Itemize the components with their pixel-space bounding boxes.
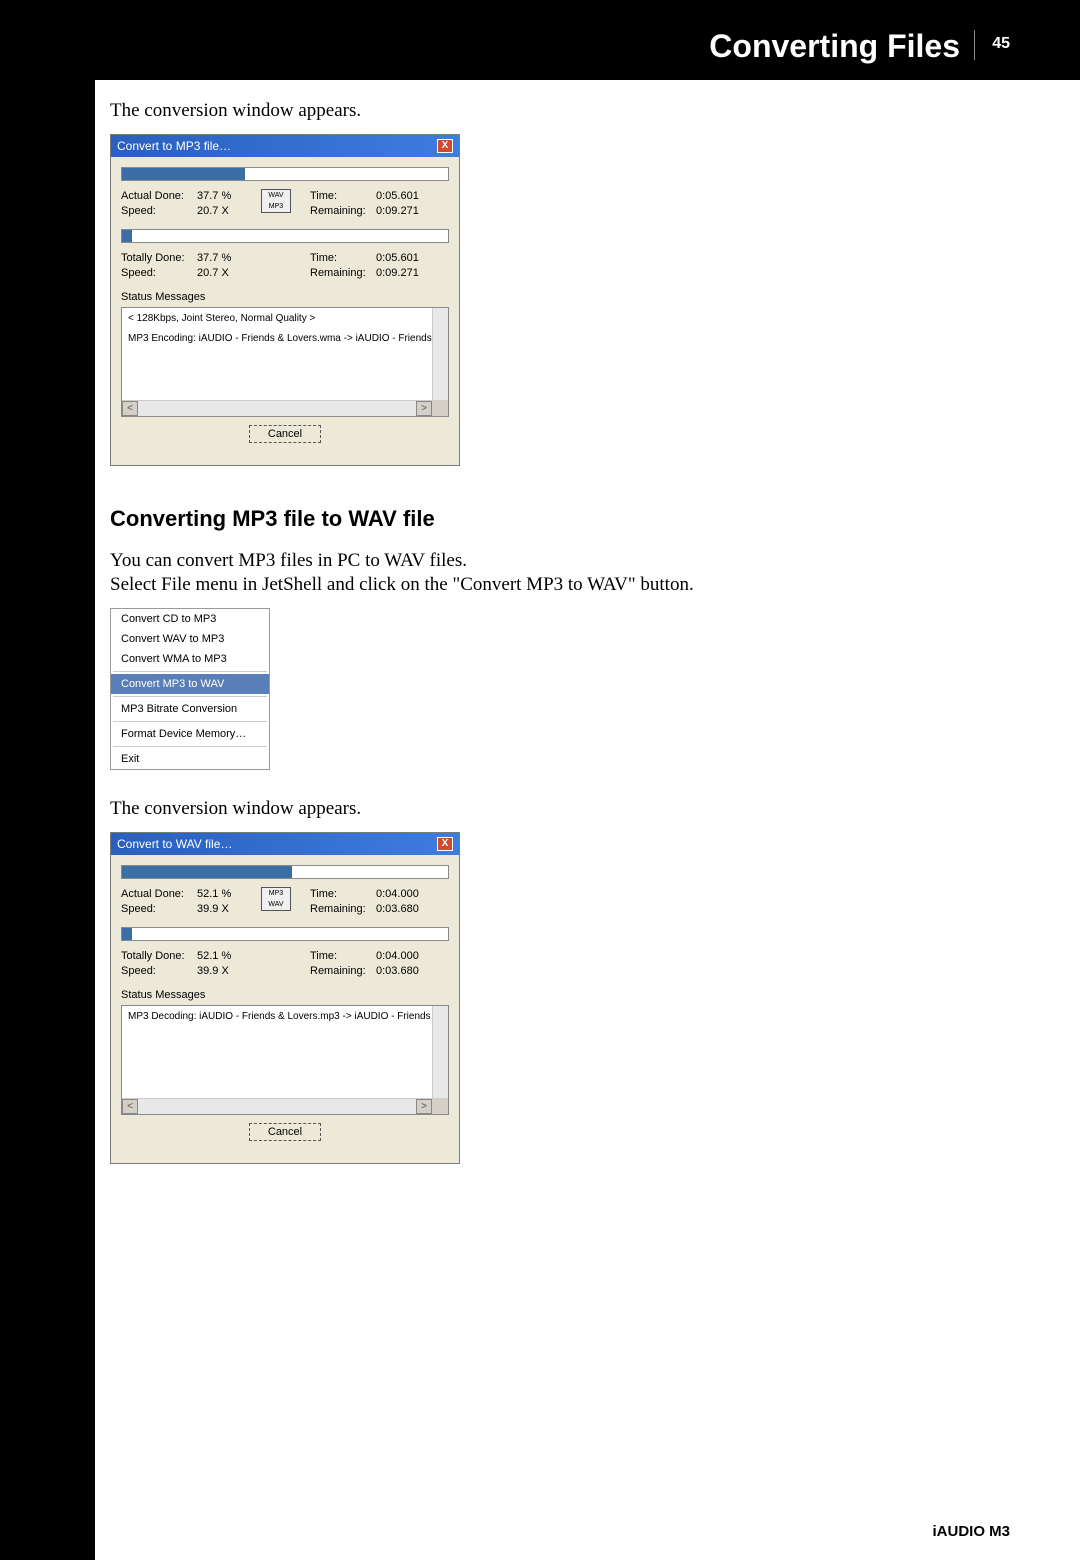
actual-rem-value: 0:03.680: [376, 902, 449, 917]
header-divider: [974, 30, 975, 60]
status-messages-box: MP3 Decoding: iAUDIO - Friends & Lovers.…: [121, 1005, 449, 1115]
actual-speed-label: Speed:: [121, 204, 193, 219]
cancel-button[interactable]: Cancel: [249, 1123, 321, 1141]
wav-to-mp3-icon: WAVMP3: [261, 189, 291, 213]
actual-time-value: 0:04.000: [376, 887, 449, 902]
menu-divider: [113, 721, 267, 722]
total-rem-value: 0:09.271: [376, 266, 449, 281]
close-icon[interactable]: X: [437, 139, 453, 153]
total-done-value: 37.7 %: [197, 251, 242, 266]
total-time-label: Time:: [310, 949, 372, 964]
actual-done-value: 37.7 %: [197, 189, 242, 204]
dialog-titlebar[interactable]: Convert to MP3 file… X: [111, 135, 459, 157]
menu-format-device[interactable]: Format Device Memory…: [111, 724, 269, 744]
scroll-left-icon[interactable]: <: [122, 401, 138, 416]
menu-convert-cd-mp3[interactable]: Convert CD to MP3: [111, 609, 269, 629]
total-time-label: Time:: [310, 251, 372, 266]
menu-convert-mp3-wav[interactable]: Convert MP3 to WAV: [111, 674, 269, 694]
scroll-corner: [432, 400, 448, 416]
actual-progress-bar: [121, 167, 449, 181]
close-icon[interactable]: X: [437, 837, 453, 851]
mp3-to-wav-icon: MP3WAV: [261, 887, 291, 911]
status-line: MP3 Decoding: iAUDIO - Friends & Lovers.…: [128, 1010, 442, 1024]
scrollbar-horizontal[interactable]: < >: [122, 1098, 432, 1114]
actual-speed-value: 20.7 X: [197, 204, 242, 219]
total-speed-label: Speed:: [121, 964, 193, 979]
actual-progress-bar: [121, 865, 449, 879]
menu-divider: [113, 696, 267, 697]
total-rem-label: Remaining:: [310, 266, 372, 281]
actual-done-value: 52.1 %: [197, 887, 242, 902]
section-p1: You can convert MP3 files in PC to WAV f…: [110, 550, 1010, 572]
total-progress-bar: [121, 927, 449, 941]
menu-exit[interactable]: Exit: [111, 749, 269, 769]
total-done-label: Totally Done:: [121, 251, 193, 266]
actual-time-label: Time:: [310, 189, 372, 204]
menu-divider: [113, 746, 267, 747]
intro-text-2: The conversion window appears.: [110, 798, 1010, 820]
total-rem-label: Remaining:: [310, 964, 372, 979]
page-number: 45: [992, 35, 1010, 53]
dialog-title: Convert to MP3 file…: [117, 139, 231, 153]
scroll-left-icon[interactable]: <: [122, 1099, 138, 1114]
section-heading: Converting MP3 file to WAV file: [110, 506, 1010, 532]
total-time-value: 0:05.601: [376, 251, 449, 266]
status-line: MP3 Encoding: iAUDIO - Friends & Lovers.…: [128, 332, 442, 346]
footer-model: iAUDIO M3: [932, 1523, 1010, 1540]
actual-done-label: Actual Done:: [121, 189, 193, 204]
scroll-corner: [432, 1098, 448, 1114]
section-p2: Select File menu in JetShell and click o…: [110, 574, 1010, 596]
actual-time-value: 0:05.601: [376, 189, 449, 204]
status-messages-box: < 128Kbps, Joint Stereo, Normal Quality …: [121, 307, 449, 417]
total-progress-bar: [121, 229, 449, 243]
scroll-right-icon[interactable]: >: [416, 1099, 432, 1114]
actual-time-label: Time:: [310, 887, 372, 902]
menu-convert-wav-mp3[interactable]: Convert WAV to MP3: [111, 629, 269, 649]
total-speed-value: 20.7 X: [197, 266, 242, 281]
file-menu: Convert CD to MP3 Convert WAV to MP3 Con…: [110, 608, 270, 770]
status-messages-label: Status Messages: [121, 291, 449, 303]
menu-convert-wma-mp3[interactable]: Convert WMA to MP3: [111, 649, 269, 669]
actual-rem-label: Remaining:: [310, 204, 372, 219]
convert-mp3-dialog: Convert to MP3 file… X Actual Done: Spee…: [110, 134, 460, 466]
status-line: < 128Kbps, Joint Stereo, Normal Quality …: [128, 312, 442, 326]
intro-text-1: The conversion window appears.: [110, 100, 1010, 122]
convert-wav-dialog: Convert to WAV file… X Actual Done: Spee…: [110, 832, 460, 1164]
scrollbar-horizontal[interactable]: < >: [122, 400, 432, 416]
scroll-right-icon[interactable]: >: [416, 401, 432, 416]
total-rem-value: 0:03.680: [376, 964, 449, 979]
actual-speed-value: 39.9 X: [197, 902, 242, 917]
scrollbar-vertical[interactable]: [432, 1006, 448, 1098]
scrollbar-vertical[interactable]: [432, 308, 448, 400]
total-done-label: Totally Done:: [121, 949, 193, 964]
actual-rem-label: Remaining:: [310, 902, 372, 917]
page-title: Converting Files: [709, 28, 960, 65]
total-speed-value: 39.9 X: [197, 964, 242, 979]
dialog-titlebar[interactable]: Convert to WAV file… X: [111, 833, 459, 855]
menu-divider: [113, 671, 267, 672]
actual-rem-value: 0:09.271: [376, 204, 449, 219]
dialog-title: Convert to WAV file…: [117, 837, 232, 851]
menu-bitrate-conversion[interactable]: MP3 Bitrate Conversion: [111, 699, 269, 719]
actual-speed-label: Speed:: [121, 902, 193, 917]
total-speed-label: Speed:: [121, 266, 193, 281]
total-done-value: 52.1 %: [197, 949, 242, 964]
side-band: [0, 0, 95, 1560]
status-messages-label: Status Messages: [121, 989, 449, 1001]
actual-done-label: Actual Done:: [121, 887, 193, 902]
total-time-value: 0:04.000: [376, 949, 449, 964]
cancel-button[interactable]: Cancel: [249, 425, 321, 443]
